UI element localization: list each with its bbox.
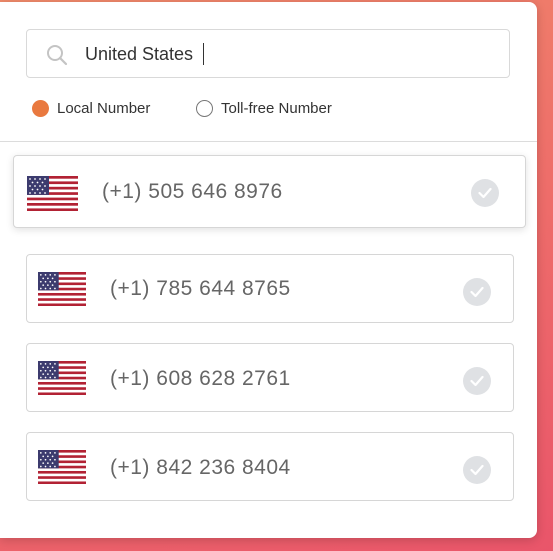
number-picker-card: United States Local Number Toll-free Num…: [0, 2, 537, 538]
select-check-icon[interactable]: [463, 456, 491, 484]
text-cursor: [203, 43, 204, 65]
divider: [0, 141, 537, 142]
radio-toll-free-number[interactable]: Toll-free Number: [196, 96, 332, 120]
phone-number-row[interactable]: (+1) 785 644 8765: [26, 254, 514, 323]
phone-number-row[interactable]: (+1) 842 236 8404: [26, 432, 514, 501]
us-flag-icon: [27, 176, 78, 211]
phone-number-row[interactable]: (+1) 505 646 8976: [13, 155, 526, 228]
select-check-icon[interactable]: [463, 278, 491, 306]
radio-label: Local Number: [57, 99, 151, 117]
phone-number: (+1) 842 236 8404: [110, 456, 291, 479]
select-check-icon[interactable]: [471, 179, 499, 207]
country-search-field[interactable]: United States: [26, 29, 510, 78]
us-flag-icon: [38, 450, 86, 484]
phone-number: (+1) 608 628 2761: [110, 367, 291, 390]
phone-number-row[interactable]: (+1) 608 628 2761: [26, 343, 514, 412]
radio-label: Toll-free Number: [221, 99, 332, 117]
search-icon: [47, 45, 68, 66]
radio-selected-icon: [32, 99, 49, 117]
us-flag-icon: [38, 272, 86, 306]
select-check-icon[interactable]: [463, 367, 491, 395]
radio-unselected-icon: [196, 99, 213, 117]
phone-number: (+1) 505 646 8976: [102, 180, 283, 203]
phone-number: (+1) 785 644 8765: [110, 277, 291, 300]
search-input[interactable]: United States: [85, 44, 193, 65]
radio-local-number[interactable]: Local Number: [32, 96, 150, 120]
us-flag-icon: [38, 361, 86, 395]
